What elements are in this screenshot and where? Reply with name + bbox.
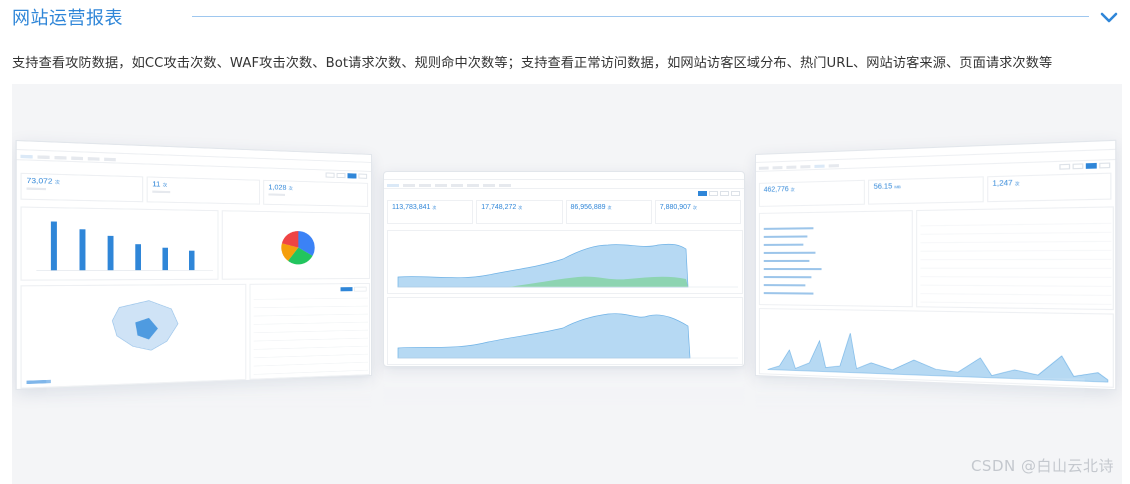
stat-box: 1,247 次 (986, 172, 1112, 203)
bandwidth-trend-panel (387, 297, 743, 365)
top-url-table (763, 227, 822, 295)
right-card-reflection (755, 378, 1085, 438)
top-url-panel (758, 210, 913, 308)
stat-box: 56.15 MB (868, 176, 984, 205)
stat-box: 462,776 次 (758, 179, 866, 207)
preview-breadcrumb (384, 172, 744, 180)
stat-value: 73,072 (26, 177, 53, 186)
china-map (26, 285, 248, 385)
stat-value: 17,748,272 (481, 204, 517, 211)
section-divider (192, 16, 1089, 17)
bar (162, 247, 169, 271)
left-card-reflection (46, 378, 372, 438)
chevron-down-icon (1100, 12, 1118, 23)
stat-box: 86,956,889 次 (565, 200, 652, 224)
bar (79, 229, 86, 271)
stat-value: 113,783,841 (392, 204, 431, 211)
center-card-reflection (383, 369, 745, 439)
bar (135, 244, 141, 271)
stat-value: 1,247 (992, 179, 1013, 188)
pie-chart (281, 230, 315, 265)
request-trend-panel (387, 230, 743, 294)
stat-value: 462,776 (763, 186, 789, 194)
bar (50, 221, 57, 271)
stat-value: 86,956,889 (570, 204, 606, 211)
stat-box: 1,028 次 (263, 179, 369, 207)
stat-box: 7,880,907 次 (654, 200, 741, 224)
stat-box: 11 次 (146, 176, 261, 205)
preview-range-buttons (384, 189, 744, 198)
stat-value: 56.15 (873, 183, 893, 191)
traffic-report-preview[interactable]: 113,783,841 次 17,748,272 次 86,956,889 次 … (383, 171, 745, 367)
region-table-panel (249, 283, 372, 381)
attack-report-preview[interactable]: 73,072 次 11 次 1,028 次 (15, 139, 373, 391)
stat-value: 11 (152, 180, 161, 189)
bar (107, 235, 114, 271)
visitor-source-panel (916, 206, 1115, 311)
stat-value: 7,880,907 (659, 204, 691, 211)
section-description: 支持查看攻防数据，如CC攻击次数、WAF攻击次数、Bot请求次数、规则命中次数等… (12, 56, 1053, 71)
stat-box: 113,783,841 次 (387, 200, 474, 224)
bar-chart-panel (20, 206, 220, 282)
request-area-chart (397, 243, 738, 288)
stat-box: 17,748,272 次 (476, 200, 563, 224)
section-title: 网站运营报表 (12, 8, 123, 29)
section-header: 网站运营报表 (0, 0, 1130, 36)
china-map-panel (20, 283, 248, 389)
pie-chart-panel (221, 210, 371, 280)
stat-box: 73,072 次 (20, 172, 144, 203)
visitor-source-table (917, 207, 1115, 311)
stat-value: 1,028 (268, 184, 287, 192)
collapse-button[interactable] (1098, 6, 1120, 28)
visitor-report-preview[interactable]: 462,776 次 56.15 MB 1,247 次 (755, 139, 1117, 391)
bar (189, 250, 195, 271)
report-preview-showcase: 73,072 次 11 次 1,028 次 113,783,841 次 17,7… (12, 84, 1122, 484)
preview-stat-row: 113,783,841 次 17,748,272 次 86,956,889 次 … (384, 198, 744, 226)
watermark: CSDN @白山云北诗 (970, 457, 1114, 475)
region-table (251, 284, 372, 381)
preview-tabs (384, 180, 744, 189)
bandwidth-area-chart (397, 313, 738, 359)
page-request-panel (758, 308, 1114, 388)
bar-chart (22, 221, 220, 282)
